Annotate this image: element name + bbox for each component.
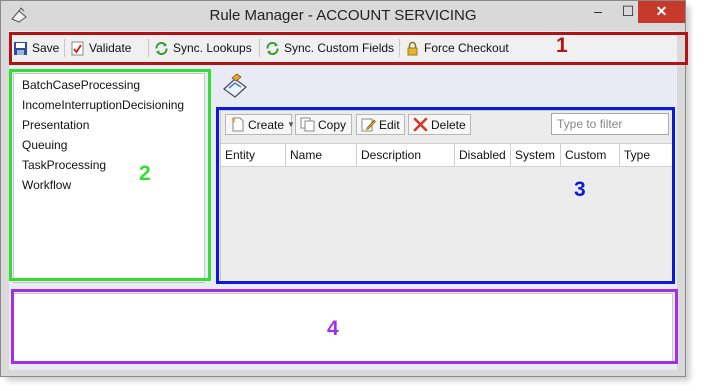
- callout-box-4: [11, 289, 678, 364]
- close-button[interactable]: ✕: [638, 1, 685, 23]
- minimize-button[interactable]: –: [583, 1, 613, 23]
- callout-number-4: 4: [327, 317, 339, 340]
- callout-box-1: [9, 32, 688, 65]
- callout-number-3: 3: [574, 178, 586, 201]
- callout-box-3: [216, 107, 675, 284]
- title-bar: Rule Manager - ACCOUNT SERVICING – ☐ ✕: [1, 1, 685, 31]
- callout-number-1: 1: [556, 34, 568, 57]
- callout-number-2: 2: [139, 162, 151, 185]
- rule-editor-icon: [221, 73, 249, 101]
- callout-box-2: [9, 69, 211, 281]
